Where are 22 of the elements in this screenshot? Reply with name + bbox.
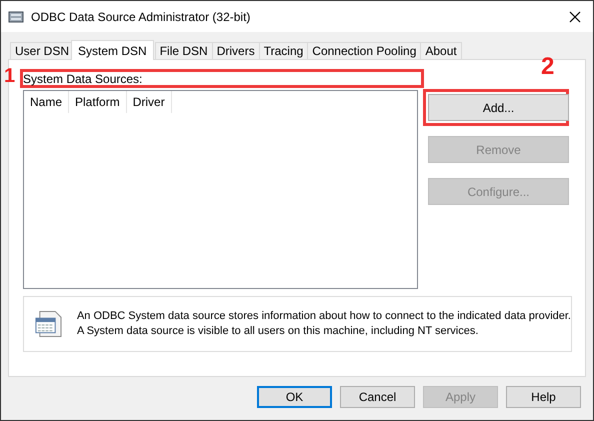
tab[interactable]: Connection Pooling bbox=[307, 42, 422, 59]
info-text: An ODBC System data source stores information about how to connect to the indicated data provider. bbox=[76, 309, 571, 324]
dialog-button[interactable]: Help bbox=[506, 386, 581, 408]
side-button[interactable]: Add... bbox=[428, 94, 569, 121]
tab[interactable]: Tracing bbox=[258, 42, 308, 59]
dialog-button[interactable]: OK bbox=[257, 386, 332, 408]
column-header[interactable]: Name bbox=[24, 91, 70, 113]
close-icon[interactable] bbox=[569, 10, 581, 22]
step-number: 2 bbox=[541, 55, 554, 79]
table-document-icon bbox=[34, 309, 63, 339]
window-title: ODBC Data Source Administrator (32-bit) bbox=[31, 10, 252, 24]
tab[interactable]: File DSN bbox=[154, 42, 213, 59]
dialog-button[interactable]: Cancel bbox=[340, 386, 415, 408]
tab[interactable]: About bbox=[420, 42, 462, 59]
step-number: 1 bbox=[4, 66, 16, 86]
column-header[interactable]: Driver bbox=[126, 91, 172, 113]
list-label: System Data Sources: bbox=[23, 72, 142, 86]
data-source-list[interactable]: Name Platform Driver bbox=[23, 90, 418, 289]
database-icon bbox=[8, 10, 24, 24]
info-text: A System data source is visible to all users on this machine, including NT services. bbox=[76, 324, 480, 339]
column-header[interactable]: Platform bbox=[69, 91, 127, 113]
tab[interactable]: System DSN bbox=[71, 40, 154, 60]
